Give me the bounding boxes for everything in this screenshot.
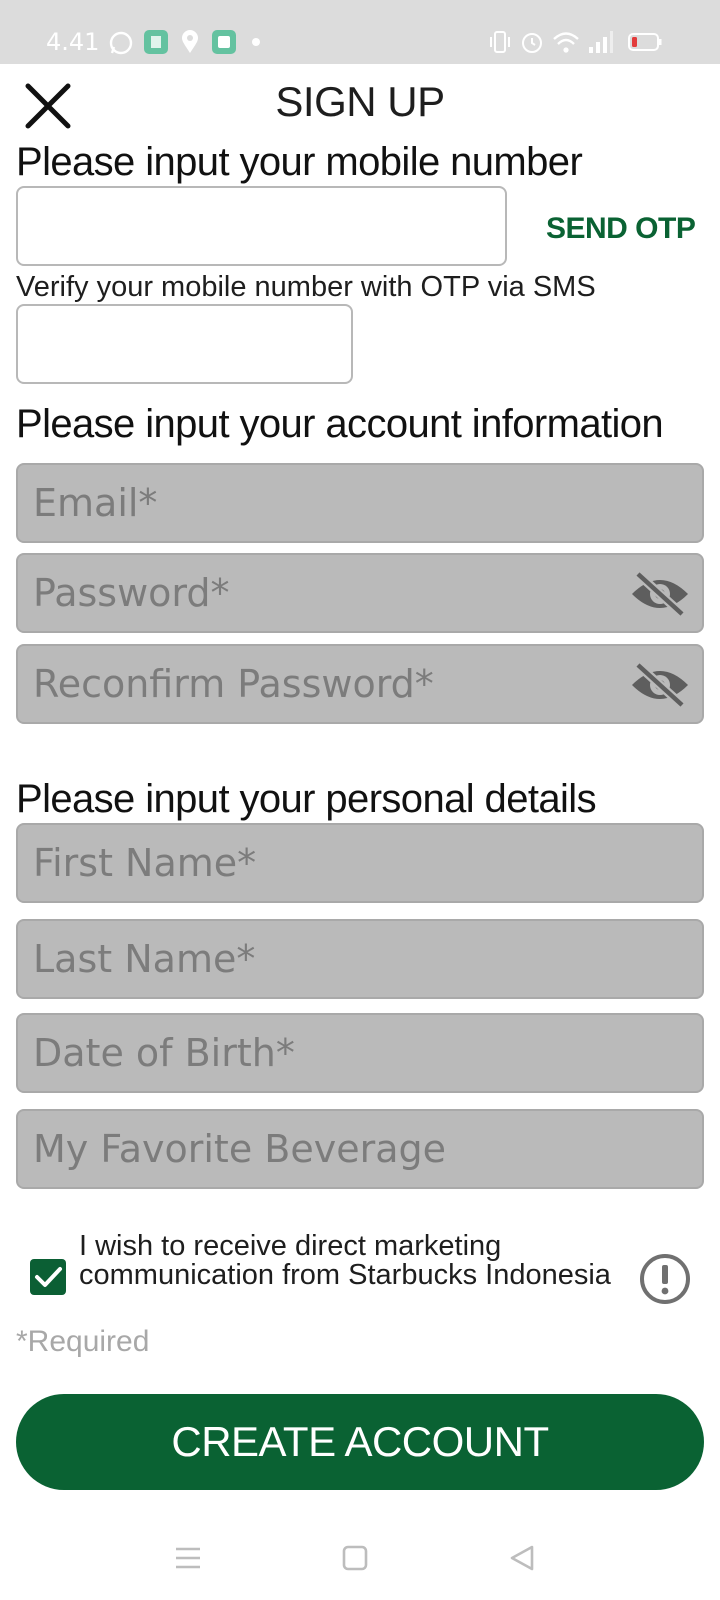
favorite-beverage-field[interactable]: [16, 1109, 704, 1189]
eye-off-icon[interactable]: [630, 661, 690, 709]
dot-icon: [252, 38, 260, 46]
checkmark-icon: [35, 1267, 62, 1287]
create-account-button[interactable]: CREATE ACCOUNT: [16, 1394, 704, 1490]
mobile-section-heading: Please input your mobile number: [16, 140, 583, 184]
first-name-field[interactable]: [16, 823, 704, 903]
marketing-checkbox[interactable]: [30, 1259, 66, 1295]
page-title: SIGN UP: [275, 78, 445, 125]
send-otp-button[interactable]: SEND OTP: [546, 212, 696, 246]
status-time: 4.41: [46, 28, 100, 56]
account-section-heading: Please input your account information: [16, 402, 664, 446]
eye-off-icon[interactable]: [630, 570, 690, 618]
required-note: *Required: [16, 1325, 150, 1358]
date-of-birth-field[interactable]: [16, 1013, 704, 1093]
home-icon[interactable]: [341, 1544, 369, 1572]
header: SIGN UP: [0, 64, 720, 140]
location-icon: [182, 30, 198, 53]
wifi-icon: [553, 32, 579, 53]
menu-icon[interactable]: [174, 1544, 202, 1572]
last-name-field[interactable]: [16, 919, 704, 999]
status-bar: 4.41: [0, 0, 720, 64]
vibrate-icon: [490, 31, 510, 53]
reconfirm-password-field[interactable]: [16, 644, 704, 724]
battery-low-icon: [628, 33, 662, 51]
app-notification-icon: [144, 30, 168, 54]
alarm-icon: [522, 33, 542, 53]
navigation-bar: [0, 1530, 720, 1600]
signal-icon: [589, 31, 613, 53]
app-notification-icon: [212, 30, 236, 54]
mobile-number-input[interactable]: [16, 186, 507, 266]
whatsapp-icon: [109, 31, 133, 55]
personal-section-heading: Please input your personal details: [16, 777, 597, 821]
info-icon[interactable]: [638, 1252, 692, 1306]
back-icon[interactable]: [508, 1544, 536, 1572]
otp-hint-label: Verify your mobile number with OTP via S…: [16, 271, 596, 303]
email-field[interactable]: [16, 463, 704, 543]
password-field[interactable]: [16, 553, 704, 633]
marketing-consent-text: I wish to receive direct marketing commu…: [79, 1230, 611, 1291]
otp-input[interactable]: [16, 304, 353, 384]
